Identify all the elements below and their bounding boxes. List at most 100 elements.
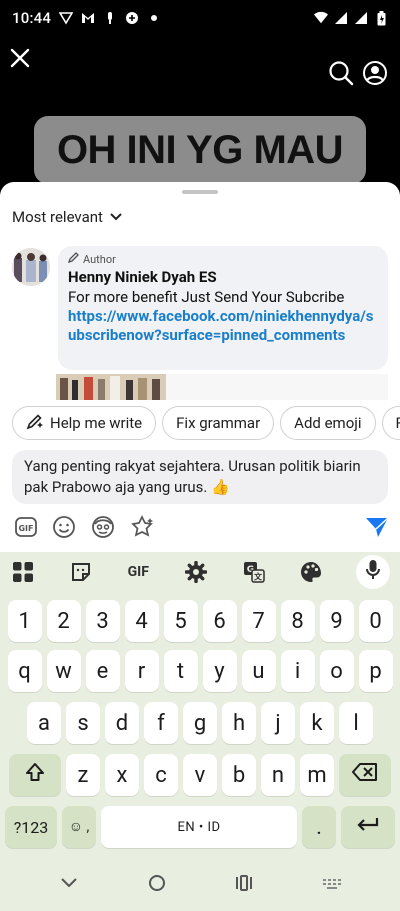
sticker-icon[interactable] — [130, 515, 156, 543]
key-0[interactable]: 0 — [358, 600, 393, 642]
comment-image-thumbnail[interactable] — [56, 374, 166, 400]
period-key[interactable]: . — [302, 806, 336, 848]
notification-icon — [103, 11, 117, 25]
keyboard-switch-icon[interactable] — [322, 875, 342, 894]
sort-label: Most relevant — [12, 208, 103, 226]
signal-icon — [334, 11, 348, 25]
key-n[interactable]: n — [261, 754, 295, 796]
key-v[interactable]: v — [183, 754, 217, 796]
key-1[interactable]: 1 — [7, 600, 42, 642]
key-2[interactable]: 2 — [46, 600, 81, 642]
ai-suggestion-chips: Help me write Fix grammar Add emoji Fu — [12, 406, 400, 440]
comment-link[interactable]: https://www.facebook.com/niniekhennydya/… — [68, 307, 378, 345]
key-7[interactable]: 7 — [241, 600, 276, 642]
keyboard: GIF G文 1 2 3 4 5 6 7 8 9 0 q w e r t y u… — [0, 552, 400, 858]
back-chevron-icon[interactable] — [59, 875, 79, 894]
letter-row-2: a s d f g h j k l — [0, 702, 400, 744]
sort-dropdown[interactable]: Most relevant — [12, 208, 123, 226]
profile-icon[interactable] — [362, 60, 388, 86]
key-p[interactable]: p — [358, 650, 393, 692]
gmail-icon — [81, 11, 95, 25]
comment-author-name[interactable]: Henny Niniek Dyah ES — [68, 268, 378, 286]
help-me-write-chip[interactable]: Help me write — [12, 406, 157, 440]
voice-input-button[interactable] — [355, 555, 390, 589]
author-tag-label: Author — [83, 252, 116, 266]
key-8[interactable]: 8 — [280, 600, 315, 642]
apps-grid-icon[interactable] — [10, 559, 36, 585]
comment-text: For more benefit Just Send Your Subcribe — [68, 288, 345, 306]
key-i[interactable]: i — [280, 650, 315, 692]
status-bar: 10:44 — [0, 0, 400, 36]
chevron-down-icon — [109, 208, 123, 226]
key-m[interactable]: m — [300, 754, 334, 796]
avatar-sticker-icon[interactable] — [90, 515, 116, 543]
search-icon[interactable] — [328, 60, 354, 86]
key-b[interactable]: b — [222, 754, 256, 796]
sticker-keyboard-icon[interactable] — [68, 559, 94, 585]
gif-icon[interactable]: GIF — [14, 515, 38, 543]
key-d[interactable]: d — [105, 702, 139, 744]
key-9[interactable]: 9 — [319, 600, 354, 642]
key-c[interactable]: c — [144, 754, 178, 796]
backspace-icon — [352, 762, 378, 788]
key-f[interactable]: f — [144, 702, 178, 744]
comment-image-area — [166, 374, 388, 400]
fix-grammar-chip[interactable]: Fix grammar — [162, 406, 275, 440]
space-key[interactable]: EN • ID — [101, 806, 297, 848]
key-5[interactable]: 5 — [163, 600, 198, 642]
key-s[interactable]: s — [66, 702, 100, 744]
author-badge: Author — [67, 252, 378, 266]
video-caption: OH INI YG MAU — [34, 116, 366, 184]
home-icon[interactable] — [148, 874, 166, 896]
backspace-key[interactable] — [339, 754, 391, 796]
palette-icon[interactable] — [298, 559, 324, 585]
comment-input[interactable]: Yang penting rakyat sejahtera. Urusan po… — [12, 450, 388, 504]
key-e[interactable]: e — [85, 650, 120, 692]
key-a[interactable]: a — [27, 702, 61, 744]
pinned-comment[interactable]: Author Henny Niniek Dyah ES For more ben… — [58, 246, 388, 370]
key-u[interactable]: u — [241, 650, 276, 692]
gif-keyboard-button[interactable]: GIF — [125, 559, 151, 585]
key-4[interactable]: 4 — [124, 600, 159, 642]
chip-label: Help me write — [50, 414, 143, 432]
close-icon[interactable] — [8, 46, 32, 70]
send-icon[interactable] — [364, 515, 390, 543]
translate-icon[interactable]: G文 — [241, 559, 267, 585]
key-g[interactable]: g — [183, 702, 217, 744]
emoji-icon[interactable] — [52, 515, 76, 543]
system-nav-bar — [0, 858, 400, 911]
battery-icon — [374, 10, 388, 25]
key-w[interactable]: w — [46, 650, 81, 692]
key-x[interactable]: x — [105, 754, 139, 796]
key-6[interactable]: 6 — [202, 600, 237, 642]
key-y[interactable]: y — [202, 650, 237, 692]
key-l[interactable]: l — [339, 702, 373, 744]
shift-key[interactable] — [9, 754, 61, 796]
wifi-icon — [314, 11, 328, 25]
sheet-drag-handle[interactable] — [182, 190, 218, 194]
settings-gear-icon[interactable] — [183, 559, 209, 585]
key-k[interactable]: k — [300, 702, 334, 744]
status-time: 10:44 — [12, 9, 52, 27]
key-3[interactable]: 3 — [85, 600, 120, 642]
chip-label: Fix grammar — [176, 414, 261, 432]
key-j[interactable]: j — [261, 702, 295, 744]
enter-key[interactable] — [341, 806, 395, 848]
key-r[interactable]: r — [124, 650, 159, 692]
key-z[interactable]: z — [66, 754, 100, 796]
emoji-comma-key[interactable]: ☺ , — [62, 806, 96, 848]
key-h[interactable]: h — [222, 702, 256, 744]
key-q[interactable]: q — [7, 650, 42, 692]
letter-row-3: z x c v b n m — [0, 754, 400, 796]
more-chip[interactable]: Fu — [381, 406, 400, 440]
chip-label: Add emoji — [294, 414, 362, 432]
key-t[interactable]: t — [163, 650, 198, 692]
avatar[interactable] — [12, 248, 50, 286]
add-emoji-chip[interactable]: Add emoji — [280, 406, 376, 440]
recents-icon[interactable] — [235, 874, 253, 895]
svg-text:GIF: GIF — [18, 524, 33, 533]
key-o[interactable]: o — [319, 650, 354, 692]
symbols-key[interactable]: ?123 — [5, 806, 57, 848]
signal-2-icon — [354, 11, 368, 25]
keyboard-toolbar: GIF G文 — [0, 552, 400, 592]
